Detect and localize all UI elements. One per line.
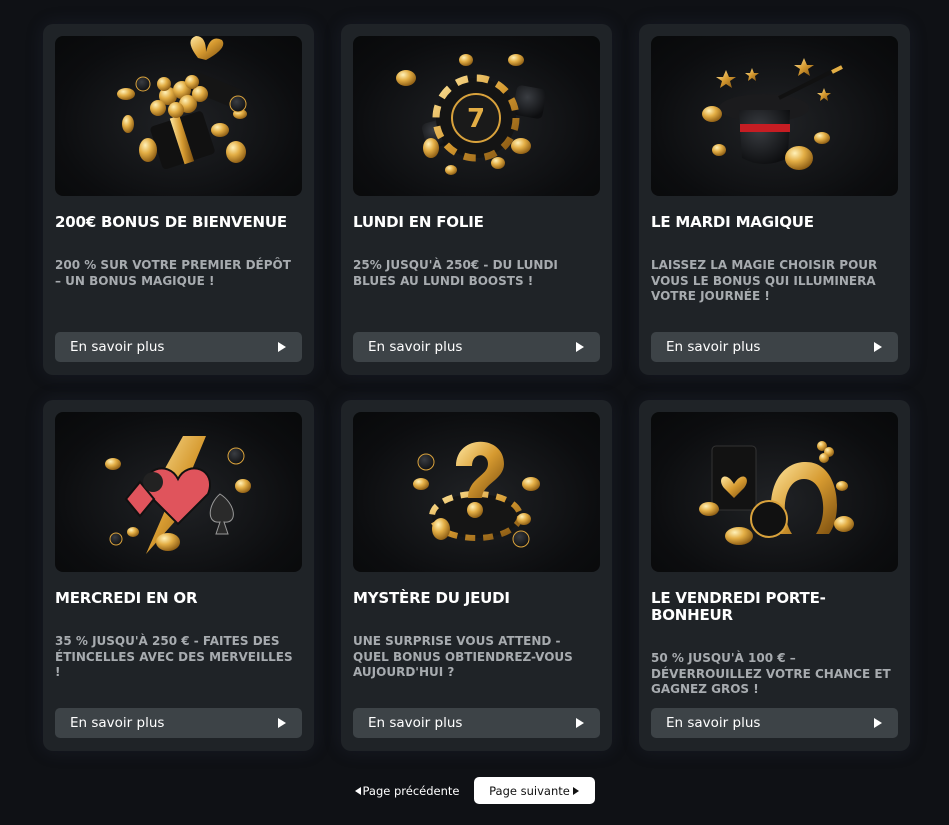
learn-more-button[interactable]: En savoir plus <box>651 332 898 362</box>
card-description: UNE SURPRISE VOUS ATTEND - QUEL BONUS OB… <box>353 634 573 679</box>
triangle-right-icon <box>572 786 579 795</box>
card-description: 25% JUSQU'À 250€ - DU LUNDI BLUES AU LUN… <box>353 258 558 288</box>
casino-chip-dice-icon: 7 <box>353 36 600 196</box>
play-arrow-icon <box>278 718 286 728</box>
magic-hat-wand-icon <box>651 36 898 196</box>
gift-box-coins-icon <box>55 36 302 196</box>
play-arrow-icon <box>874 718 882 728</box>
triangle-left-icon <box>354 786 361 795</box>
svg-text:7: 7 <box>467 104 485 134</box>
card-title: LE MARDI MAGIQUE <box>651 213 814 231</box>
card-description: 200 % SUR VOTRE PREMIER DÉPÔT – UN BONUS… <box>55 258 291 288</box>
next-page-button[interactable]: Page suivante <box>473 777 595 804</box>
next-page-label: Page suivante <box>489 783 570 798</box>
learn-more-label: En savoir plus <box>666 339 761 355</box>
play-arrow-icon <box>874 342 882 352</box>
card-title: LUNDI EN FOLIE <box>353 213 484 231</box>
learn-more-label: En savoir plus <box>368 339 463 355</box>
card-title: MERCREDI EN OR <box>55 589 198 607</box>
play-arrow-icon <box>576 718 584 728</box>
previous-page-label: Page précédente <box>362 783 460 798</box>
previous-page-button[interactable]: Page précédente <box>354 783 460 798</box>
play-arrow-icon <box>278 342 286 352</box>
promotions-grid: 200€ BONUS DE BIENVENUE 200 % SUR VOTRE … <box>43 24 910 751</box>
learn-more-label: En savoir plus <box>70 715 165 731</box>
card-title: 200€ BONUS DE BIENVENUE <box>55 213 287 231</box>
promo-card-wednesday: MERCREDI EN OR 35 % JUSQU'À 250 € - FAIT… <box>43 400 314 751</box>
learn-more-label: En savoir plus <box>70 339 165 355</box>
learn-more-label: En savoir plus <box>368 715 463 731</box>
play-arrow-icon <box>576 342 584 352</box>
card-title: MYSTÈRE DU JEUDI <box>353 589 510 607</box>
card-description: 50 % JUSQU'À 100 € – DÉVERROUILLEZ VOTRE… <box>651 651 891 696</box>
card-description: 35 % JUSQU'À 250 € - FAITES DES ÉTINCELL… <box>55 634 293 679</box>
promo-card-tuesday: LE MARDI MAGIQUE LAISSEZ LA MAGIE CHOISI… <box>639 24 910 375</box>
learn-more-button[interactable]: En savoir plus <box>651 708 898 738</box>
promo-card-monday: 7 LUNDI EN FOLIE 25% JUSQU'À 250€ - DU L… <box>341 24 612 375</box>
promo-card-thursday: MYSTÈRE DU JEUDI UNE SURPRISE VOUS ATTEN… <box>341 400 612 751</box>
horseshoe-ace-icon <box>651 412 898 572</box>
card-description: LAISSEZ LA MAGIE CHOISIR POUR VOUS LE BO… <box>651 258 878 303</box>
pagination: Page précédente Page suivante <box>0 777 949 804</box>
card-suits-lightning-icon <box>55 412 302 572</box>
promo-card-friday: LE VENDREDI PORTE-BONHEUR 50 % JUSQU'À 1… <box>639 400 910 751</box>
learn-more-button[interactable]: En savoir plus <box>55 332 302 362</box>
learn-more-button[interactable]: En savoir plus <box>353 332 600 362</box>
learn-more-button[interactable]: En savoir plus <box>353 708 600 738</box>
learn-more-button[interactable]: En savoir plus <box>55 708 302 738</box>
promo-card-welcome-bonus: 200€ BONUS DE BIENVENUE 200 % SUR VOTRE … <box>43 24 314 375</box>
card-title: LE VENDREDI PORTE-BONHEUR <box>651 589 826 624</box>
question-mark-chip-icon <box>353 412 600 572</box>
learn-more-label: En savoir plus <box>666 715 761 731</box>
